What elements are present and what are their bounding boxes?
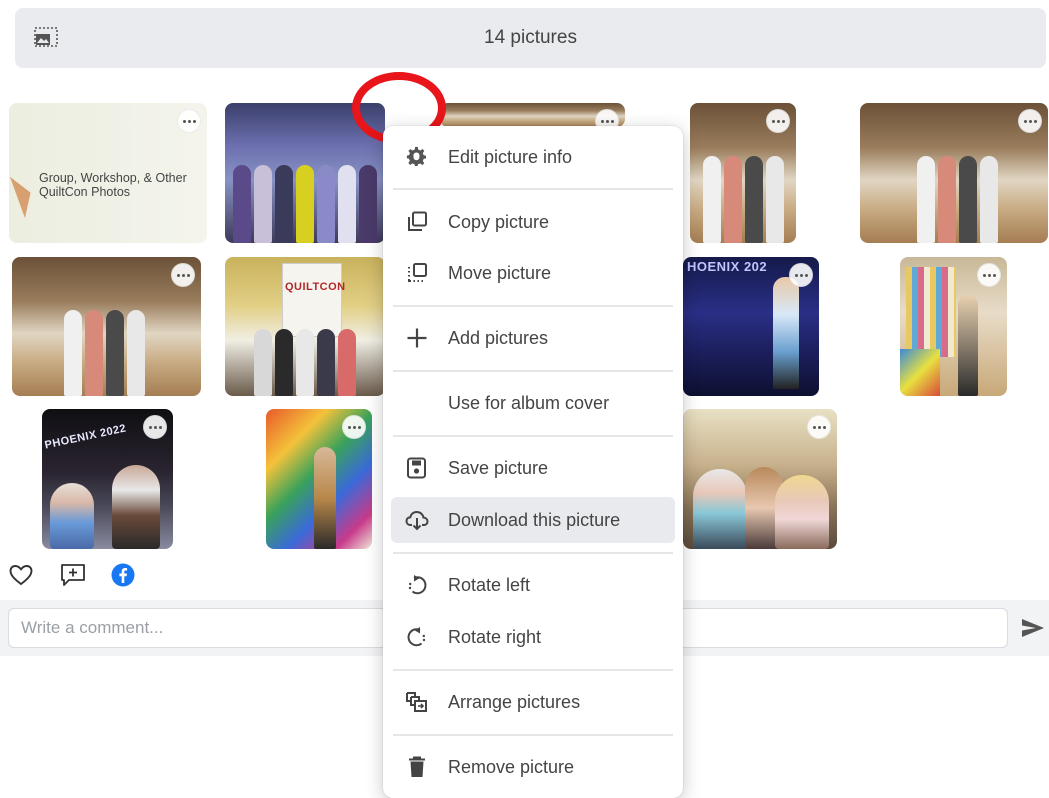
more-icon <box>794 273 808 277</box>
copy-icon <box>405 211 429 233</box>
menu-item-label: Add pictures <box>448 328 549 348</box>
send-icon[interactable] <box>1020 617 1046 639</box>
more-options-button[interactable] <box>342 415 366 439</box>
menu-item-save-picture[interactable]: Save picture <box>391 445 675 491</box>
more-icon <box>982 273 996 277</box>
phoenix-sign-text: HOENIX 202 <box>687 259 768 274</box>
more-icon <box>600 119 614 123</box>
more-options-button[interactable] <box>143 415 167 439</box>
more-icon <box>1023 119 1037 123</box>
menu-item-label: Save picture <box>448 458 549 478</box>
more-options-button[interactable] <box>977 263 1001 287</box>
photo-selfie-phoenix[interactable]: PHOENIX 2022 <box>42 409 173 549</box>
save-icon <box>405 457 429 479</box>
photo-stage-phoenix[interactable]: HOENIX 202 <box>683 257 819 396</box>
menu-separator <box>393 552 673 554</box>
menu-separator <box>393 669 673 671</box>
album-header: 14 pictures <box>15 8 1046 68</box>
more-icon <box>182 119 196 123</box>
menu-item-label: Remove picture <box>448 757 575 777</box>
menu-separator <box>393 188 673 190</box>
menu-item-label: Download this picture <box>448 510 621 530</box>
more-options-button[interactable] <box>766 109 790 133</box>
menu-separator <box>393 305 673 307</box>
menu-item-use-for-album-cover[interactable]: Use for album cover <box>391 380 675 426</box>
photo-hall-group-2[interactable] <box>860 103 1048 243</box>
gear-icon <box>405 146 429 168</box>
facebook-icon[interactable] <box>111 563 135 587</box>
quiltcon-sign-text: QUILTCON <box>285 281 346 293</box>
photo-selfie-hall[interactable] <box>683 409 837 549</box>
menu-item-label: Rotate left <box>448 575 531 595</box>
move-icon <box>405 262 429 284</box>
plus-icon <box>405 327 429 349</box>
picture-context-menu: Edit picture info Copy picture Move pict… <box>383 126 683 798</box>
photo-colorful-quilts[interactable] <box>266 409 372 549</box>
menu-item-download-this-picture[interactable]: Download this picture <box>391 497 675 543</box>
trash-icon <box>405 756 429 778</box>
more-options-button[interactable] <box>595 109 619 127</box>
menu-separator <box>393 370 673 372</box>
menu-item-label: Use for album cover <box>448 393 610 413</box>
more-icon <box>347 425 361 429</box>
picture-count: 14 pictures <box>484 27 577 48</box>
title-card-text: Group, Workshop, & Other QuiltCon Photos <box>39 171 187 199</box>
more-options-button[interactable] <box>171 263 195 287</box>
more-options-button[interactable] <box>789 263 813 287</box>
photo-title-card[interactable]: Group, Workshop, & Other QuiltCon Photos <box>9 103 207 243</box>
menu-item-add-pictures[interactable]: Add pictures <box>391 315 675 361</box>
menu-item-rotate-right[interactable]: Rotate right <box>391 614 675 660</box>
rotate-left-icon <box>405 574 429 596</box>
menu-item-edit-picture-info[interactable]: Edit picture info <box>391 134 675 180</box>
more-options-button[interactable] <box>807 415 831 439</box>
add-comment-icon[interactable] <box>60 563 86 587</box>
menu-separator <box>393 435 673 437</box>
menu-separator <box>393 734 673 736</box>
menu-item-label: Arrange pictures <box>448 692 581 712</box>
cloud-download-icon <box>405 509 429 531</box>
rotate-right-icon <box>405 626 429 648</box>
photo-hall-group-3[interactable] <box>12 257 201 396</box>
photo-hall-group-1[interactable] <box>690 103 796 243</box>
menu-item-move-picture[interactable]: Move picture <box>391 250 675 296</box>
menu-item-rotate-left[interactable]: Rotate left <box>391 562 675 608</box>
heart-icon[interactable] <box>9 564 33 586</box>
menu-item-remove-picture[interactable]: Remove picture <box>391 744 675 790</box>
menu-item-copy-picture[interactable]: Copy picture <box>391 199 675 245</box>
menu-item-label: Rotate right <box>448 627 542 647</box>
menu-item-label: Edit picture info <box>448 147 573 167</box>
more-icon <box>176 273 190 277</box>
menu-item-arrange-pictures[interactable]: Arrange pictures <box>391 679 675 725</box>
more-options-button[interactable] <box>1018 109 1042 133</box>
photo-quilt-display[interactable] <box>900 257 1007 396</box>
photo-partial-behind-menu[interactable] <box>440 103 625 127</box>
more-icon <box>148 425 162 429</box>
more-icon <box>812 425 826 429</box>
photo-quiltcon-booth[interactable]: QUILTCON <box>225 257 385 396</box>
menu-item-label: Copy picture <box>448 212 550 232</box>
more-options-button[interactable] <box>177 109 201 133</box>
menu-item-label: Move picture <box>448 263 552 283</box>
arrange-icon <box>405 691 429 713</box>
more-icon <box>771 119 785 123</box>
